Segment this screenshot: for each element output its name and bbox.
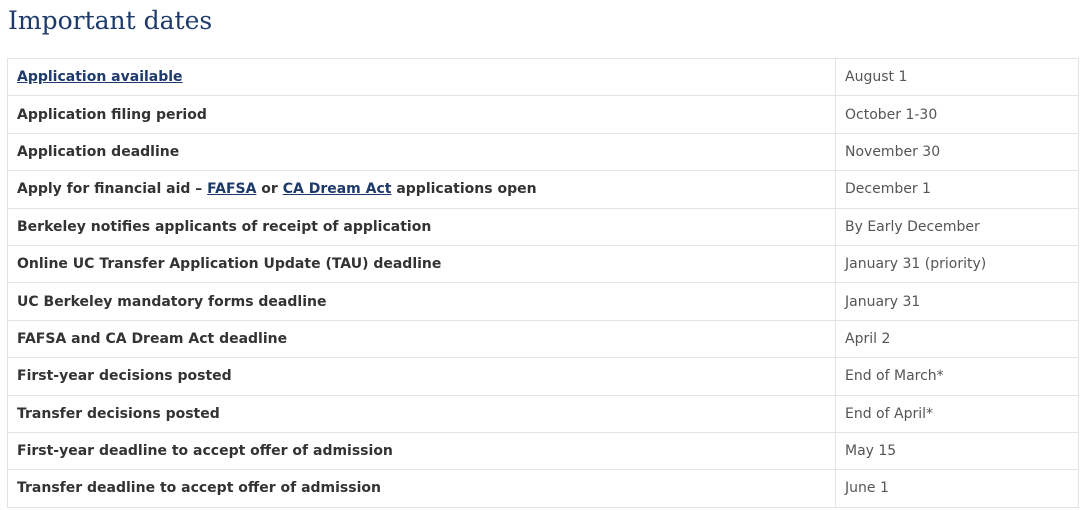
ca-dream-act-link[interactable]: CA Dream Act: [283, 181, 392, 197]
event-cell: UC Berkeley mandatory forms deadline: [7, 282, 836, 321]
important-dates-table: Application available August 1 Application…: [7, 57, 1079, 508]
date-cell: June 1: [835, 469, 1079, 508]
event-cell: Apply for financial aid – FAFSA or CA Dr…: [7, 170, 836, 209]
event-text: Berkeley notifies applicants of receipt …: [17, 218, 432, 235]
event-cell: Application available: [7, 57, 836, 97]
date-cell: End of March*: [835, 357, 1079, 396]
page-title: Important dates: [8, 6, 213, 35]
table-row: Application deadline November 30: [7, 132, 1079, 172]
table-row: Berkeley notifies applicants of receipt …: [7, 207, 1079, 246]
event-cell: Online UC Transfer Application Update (T…: [7, 244, 836, 284]
fafsa-link[interactable]: FAFSA: [207, 181, 256, 197]
table-row: Application available August 1: [7, 57, 1079, 97]
event-text: First-year deadline to accept offer of a…: [17, 443, 393, 460]
table-row: UC Berkeley mandatory forms deadline Janu…: [7, 282, 1079, 321]
table-row: Application filing period October 1-30: [7, 95, 1079, 134]
event-text: Online UC Transfer Application Update (T…: [17, 256, 442, 273]
event-text: Apply for financial aid –: [17, 181, 208, 198]
table-row: First-year decisions posted End of March*: [7, 357, 1079, 396]
event-text: FAFSA and CA Dream Act deadline: [17, 330, 288, 347]
table-row: FAFSA and CA Dream Act deadline April 2: [7, 319, 1079, 359]
event-cell: Application deadline: [7, 132, 836, 172]
event-cell: First-year deadline to accept offer of a…: [7, 431, 836, 471]
date-cell: December 1: [835, 170, 1079, 209]
event-text: UC Berkeley mandatory forms deadline: [17, 293, 327, 310]
event-text: First-year decisions posted: [17, 368, 232, 385]
table-row: Transfer deadline to accept offer of adm…: [7, 469, 1079, 508]
date-cell: January 31 (priority): [835, 244, 1079, 284]
event-text: or: [256, 181, 283, 198]
date-cell: August 1: [835, 57, 1079, 97]
event-cell: Transfer deadline to accept offer of adm…: [7, 469, 836, 508]
date-cell: November 30: [835, 132, 1079, 172]
date-cell: October 1-30: [835, 95, 1079, 134]
date-cell: May 15: [835, 431, 1079, 471]
application-available-link[interactable]: Application available: [17, 69, 183, 85]
date-cell: By Early December: [835, 207, 1079, 246]
event-cell: FAFSA and CA Dream Act deadline: [7, 319, 836, 359]
event-text: Transfer deadline to accept offer of adm…: [17, 480, 381, 497]
event-cell: First-year decisions posted: [7, 357, 836, 396]
event-cell: Application filing period: [7, 95, 836, 134]
date-cell: End of April*: [835, 394, 1079, 433]
date-cell: April 2: [835, 319, 1079, 359]
event-text: Transfer decisions posted: [17, 405, 220, 422]
table-row: Transfer decisions posted End of April*: [7, 394, 1079, 433]
event-cell: Transfer decisions posted: [7, 394, 836, 433]
table-row: First-year deadline to accept offer of a…: [7, 431, 1079, 471]
table-row: Online UC Transfer Application Update (T…: [7, 244, 1079, 284]
event-cell: Berkeley notifies applicants of receipt …: [7, 207, 836, 246]
important-dates-table-body: Application available August 1 Application…: [7, 57, 1079, 508]
date-cell: January 31: [835, 282, 1079, 321]
event-text: applications open: [391, 181, 537, 198]
event-text: Application filing period: [17, 106, 207, 123]
table-row: Apply for financial aid – FAFSA or CA Dr…: [7, 170, 1079, 209]
event-text: Application deadline: [17, 143, 180, 160]
